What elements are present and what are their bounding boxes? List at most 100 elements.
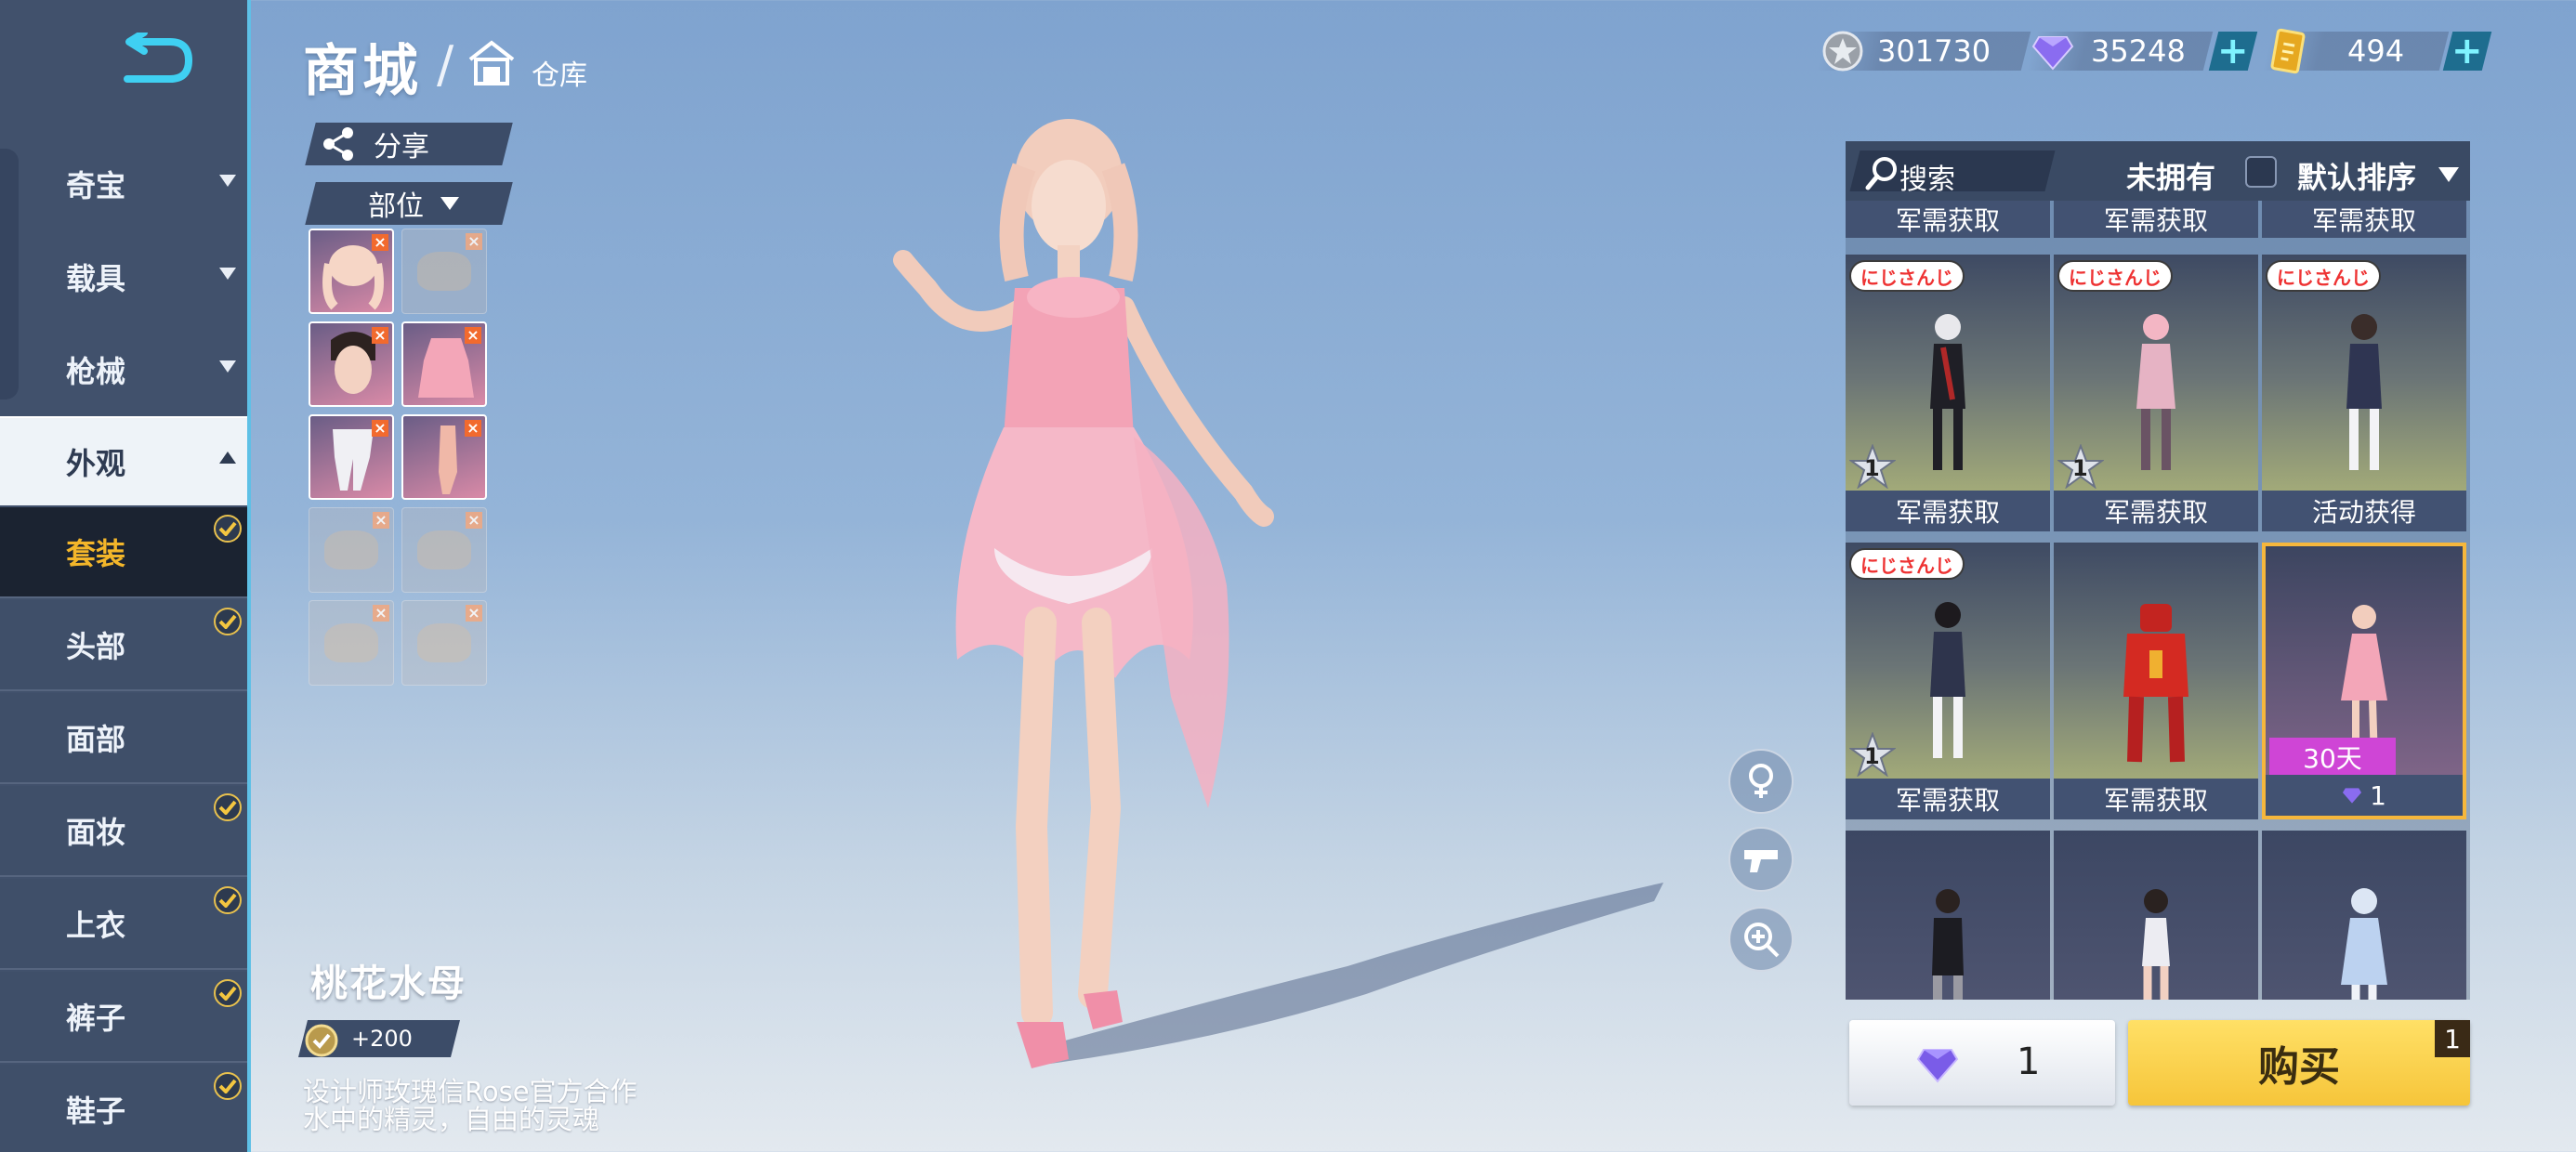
remove-icon[interactable]: × [372, 234, 388, 251]
check-icon [214, 608, 242, 635]
silver-coin-icon [1822, 31, 1863, 72]
tile-footer: 军需获取 [1846, 779, 2050, 819]
chevron-down-icon [440, 197, 459, 210]
remove-icon[interactable]: × [372, 420, 388, 437]
sidebar-subitem-outfit[interactable]: 套装 [0, 507, 247, 598]
collab-logo: にじさんじ [1849, 548, 1965, 580]
collab-logo: にじさんじ [1849, 260, 1965, 292]
tile-footer: 军需获取 [2054, 779, 2258, 819]
remove-icon: × [373, 605, 389, 622]
outfit-preview [2346, 314, 2382, 470]
shop-item-tile[interactable]: にじさんじ 1 军需获取 [2054, 255, 2258, 531]
tile-footer: 活动获得 [2262, 491, 2466, 531]
tile-footer: 军需获取 [1846, 491, 2050, 531]
accessory-icon [324, 623, 378, 662]
check-icon [214, 886, 242, 914]
collab-logo: にじさんじ [2266, 260, 2381, 292]
shop-item-tile[interactable] [1846, 831, 2050, 1000]
rating-medal-icon [305, 1024, 338, 1057]
weapon-switch-button[interactable] [1728, 827, 1794, 892]
remove-icon: × [466, 233, 482, 250]
add-diamond-button[interactable]: + [2208, 30, 2258, 72]
sidebar-subitem-head[interactable]: 头部 [0, 600, 247, 691]
sidebar-item-vehicle[interactable]: 载具 [0, 232, 247, 321]
sidebar-subitem-face[interactable]: 面部 [0, 693, 247, 784]
slot-accessory-3[interactable]: × [309, 600, 394, 686]
rental-duration-badge: 30天 [2269, 738, 2396, 777]
gender-icon [1749, 764, 1773, 798]
slot-accessory-1[interactable]: × [309, 507, 394, 593]
tile-price-value: 1 [2370, 779, 2386, 811]
shop-item-tile[interactable] [2262, 831, 2466, 1000]
unowned-filter-checkbox[interactable] [2245, 156, 2277, 188]
currency-ticket-value: 494 [2347, 33, 2405, 69]
pistol-icon [1744, 850, 1778, 872]
star-level: 1 [1864, 455, 1880, 481]
slot-face[interactable]: × [309, 321, 394, 407]
sidebar-subitem-label: 裤子 [65, 1001, 125, 1036]
slot-accessory-4[interactable]: × [401, 600, 487, 686]
outfit-preview [1932, 889, 1964, 1000]
gender-switch-button[interactable] [1728, 749, 1794, 814]
breadcrumb-separator: / [437, 35, 454, 94]
sidebar-subitem-label: 头部 [65, 629, 125, 664]
slot-pants[interactable]: × [309, 414, 394, 500]
sort-dropdown[interactable]: 默认排序 [2297, 154, 2416, 197]
shop-item-tile[interactable]: にじさんじ 活动获得 [2262, 255, 2466, 531]
plus-icon: + [2217, 30, 2249, 72]
tile-footer: 军需获取 [1846, 201, 2050, 238]
remove-icon[interactable]: × [465, 327, 481, 344]
share-button[interactable]: 分享 [305, 123, 513, 165]
plus-icon: + [2451, 30, 2483, 72]
share-icon [323, 127, 353, 161]
back-button[interactable] [112, 28, 204, 93]
add-ticket-button[interactable]: + [2442, 30, 2492, 72]
part-filter-dropdown[interactable]: 部位 [305, 182, 513, 225]
shop-item-tile-selected[interactable]: 30天 1 [2262, 543, 2466, 819]
character-model[interactable] [818, 102, 1338, 1087]
sidebar-subitem-top[interactable]: 上衣 [0, 879, 247, 970]
check-icon [214, 515, 242, 543]
chevron-down-icon[interactable] [2438, 167, 2459, 182]
sidebar-subitem-shoes[interactable]: 鞋子 [0, 1065, 247, 1152]
sidebar-item-label: 奇宝 [65, 168, 125, 203]
breadcrumb-warehouse[interactable]: 仓库 [532, 52, 587, 93]
category-sidebar: 奇宝 载具 枪械 外观 套装 头部 面部 面妆 上衣 裤子 鞋子 [0, 0, 251, 1152]
outfit-preview [2136, 314, 2175, 470]
total-price: 1 [2017, 1041, 2041, 1083]
warehouse-icon[interactable] [467, 39, 517, 87]
shop-item-tile[interactable]: にじさんじ 1 军需获取 [1846, 255, 2050, 531]
remove-icon[interactable]: × [372, 327, 388, 344]
sidebar-subitem-label: 鞋子 [65, 1093, 125, 1129]
slot-arm[interactable]: × [401, 414, 487, 500]
remove-icon: × [466, 605, 482, 622]
check-icon [214, 979, 242, 1007]
diamond-icon [1916, 1049, 1959, 1083]
buy-button[interactable]: 购买 [2128, 1020, 2470, 1106]
slot-top[interactable]: × [401, 321, 487, 407]
remove-icon[interactable]: × [465, 420, 481, 437]
shop-item-tile[interactable]: にじさんじ 1 军需获取 [1846, 543, 2050, 819]
sidebar-subitem-pants[interactable]: 裤子 [0, 972, 247, 1063]
sidebar-item-weapon[interactable]: 枪械 [0, 325, 247, 414]
item-name: 桃花水母 [310, 962, 467, 1005]
item-description-line2: 水中的精灵，自由的灵魂 [303, 1104, 600, 1135]
slot-hair[interactable]: × [309, 229, 394, 314]
gold-ticket-icon [2270, 28, 2306, 74]
slot-glasses[interactable]: × [401, 229, 487, 314]
sidebar-item-appearance[interactable]: 外观 [0, 416, 247, 505]
star-level: 1 [2072, 455, 2088, 481]
shop-item-tile[interactable]: 军需获取 [2054, 543, 2258, 819]
outfit-preview [2123, 604, 2188, 763]
tile-footer: 军需获取 [2054, 491, 2258, 531]
zoom-button[interactable] [1728, 907, 1794, 972]
sidebar-item-treasure[interactable]: 奇宝 [0, 139, 247, 229]
outfit-preview [1930, 314, 1965, 470]
slot-accessory-2[interactable]: × [401, 507, 487, 593]
sidebar-subitem-makeup[interactable]: 面妆 [0, 786, 247, 877]
unowned-filter-label: 未拥有 [2126, 160, 2216, 195]
shop-item-tile[interactable] [2054, 831, 2258, 1000]
shop-grid[interactable]: 军需获取 军需获取 军需获取 にじさんじ 1 军需获取 にじさんじ 1 军需获取… [1846, 141, 2470, 1000]
sidebar-item-label: 载具 [65, 261, 125, 296]
sidebar-subitem-label: 套装 [65, 536, 125, 571]
